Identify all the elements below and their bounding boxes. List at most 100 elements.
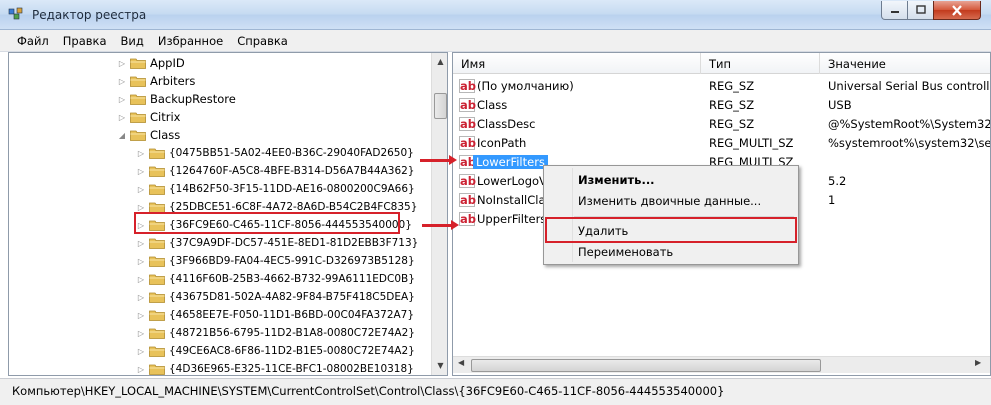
menu-bar: Файл Правка Вид Избранное Справка [0, 30, 991, 52]
value-row[interactable]: ab (По умолчанию) REG_SZ Universal Serial B… [453, 77, 991, 96]
folder-icon [130, 94, 146, 105]
tree-item-label: {43675D81-502A-4A82-9F84-B75F418C5DEA} [169, 291, 415, 303]
menu-help[interactable]: Справка [230, 34, 295, 48]
minimize-button[interactable] [881, 1, 908, 20]
folder-icon [149, 166, 165, 177]
value-row[interactable]: ab Class REG_SZ USB [453, 96, 990, 115]
value-data: 5.2 [828, 174, 847, 188]
column-name[interactable]: Имя [461, 57, 485, 71]
tree-item-class-child[interactable]: ▷ {4658EE7E-F050-11D1-B6BD-00C04FA372A7} [135, 306, 414, 324]
tree-vertical-scrollbar[interactable]: ▲ ▼ [431, 53, 447, 375]
folder-icon [130, 130, 146, 141]
tree-item-label: BackupRestore [150, 92, 236, 106]
value-type: REG_SZ [709, 98, 755, 112]
tree-item-label: Class [150, 128, 181, 142]
tree-item-class-child[interactable]: ▷ {48721B56-6795-11D2-B1A8-0080C72E74A2} [135, 324, 415, 342]
value-type: REG_SZ [709, 117, 755, 131]
collapsed-arrow-icon[interactable]: ▷ [135, 347, 147, 356]
tree-item-label: {4116F60B-25B3-4662-B732-99A6111EDC0B} [169, 273, 415, 285]
tree-item-class-child[interactable]: ▷ {37C9A9DF-DC57-451E-8ED1-81D2EBB3F713} [135, 234, 418, 252]
value-data: 1 [828, 193, 836, 207]
scroll-up-icon[interactable]: ▲ [433, 54, 447, 69]
tree-item[interactable]: ▷ AppID [116, 54, 185, 72]
expanded-arrow-icon[interactable]: ◢ [116, 131, 128, 140]
scroll-down-icon[interactable]: ▼ [433, 358, 447, 373]
value-row[interactable]: ab ClassDesc REG_SZ @%SystemRoot%\System32\ [453, 115, 990, 134]
collapsed-arrow-icon[interactable]: ▷ [135, 203, 147, 212]
arrow-upperfilters [422, 220, 459, 230]
value-data: %systemroot%\system32\set [828, 136, 991, 150]
collapsed-arrow-icon[interactable]: ▷ [135, 167, 147, 176]
menu-favorites[interactable]: Избранное [151, 34, 230, 48]
collapsed-arrow-icon[interactable]: ▷ [116, 59, 128, 68]
values-horizontal-scrollbar[interactable]: ◀ ▶ [453, 356, 990, 373]
string-value-icon: ab [459, 174, 476, 188]
value-name: LowerFilters [473, 155, 548, 169]
value-type: REG_SZ [709, 79, 755, 93]
status-bar: Компьютер\HKEY_LOCAL_MACHINE\SYSTEM\Curr… [0, 378, 991, 405]
close-button[interactable] [933, 1, 981, 20]
string-value-icon: ab [459, 98, 476, 112]
collapsed-arrow-icon[interactable]: ▷ [135, 311, 147, 320]
hscroll-thumb[interactable] [471, 359, 821, 372]
collapsed-arrow-icon[interactable]: ▷ [116, 113, 128, 122]
folder-icon [149, 328, 165, 339]
maximize-button[interactable] [907, 1, 934, 20]
tree-item[interactable]: ▷ Citrix [116, 108, 181, 126]
close-icon [952, 4, 962, 16]
menu-edit[interactable]: Правка [56, 34, 114, 48]
tree-item[interactable]: ▷ Arbiters [116, 72, 195, 90]
minimize-icon [890, 11, 899, 13]
tree-item[interactable]: ▷ BackupRestore [116, 90, 236, 108]
column-data[interactable]: Значение [828, 57, 886, 71]
scroll-thumb[interactable] [434, 93, 447, 119]
collapsed-arrow-icon[interactable]: ▷ [135, 185, 147, 194]
value-name: NoInstallClas [477, 193, 552, 207]
tree-item-label: {0475BB51-5A02-4EE0-B36C-29040FAD2650} [169, 147, 414, 159]
scroll-left-icon[interactable]: ◀ [458, 358, 464, 367]
collapsed-arrow-icon[interactable]: ▷ [135, 149, 147, 158]
tree-item-class-child[interactable]: ▷ {14B62F50-3F15-11DD-AE16-0800200C9A66} [135, 180, 415, 198]
arrow-lowerfilters [420, 155, 457, 165]
registry-editor-icon [8, 7, 23, 20]
tree-item-label: {49CE6AC8-6F86-11D2-B1E5-0080C72E74A2} [169, 345, 415, 357]
value-data: Universal Serial Bus controlle [828, 79, 991, 93]
string-value-icon: ab [459, 136, 476, 150]
tree-item[interactable]: ◢ Class [116, 126, 180, 144]
collapsed-arrow-icon[interactable]: ▷ [135, 329, 147, 338]
scroll-right-icon[interactable]: ▶ [975, 358, 981, 367]
value-name: (По умолчанию) [477, 79, 574, 93]
collapsed-arrow-icon[interactable]: ▷ [135, 293, 147, 302]
context-rename[interactable]: Переименовать [546, 241, 796, 263]
collapsed-arrow-icon[interactable]: ▷ [116, 95, 128, 104]
context-modify-binary[interactable]: Изменить двоичные данные... [546, 190, 796, 212]
collapsed-arrow-icon[interactable]: ▷ [116, 77, 128, 86]
tree-item-class-child[interactable]: ▷ {4116F60B-25B3-4662-B732-99A6111EDC0B} [135, 270, 415, 288]
tree-item-class-child[interactable]: ▷ {1264760F-A5C8-4BFE-B314-D56A7B44A362} [135, 162, 415, 180]
value-row[interactable]: ab IconPath REG_MULTI_SZ %systemroot%\syste… [453, 134, 991, 153]
folder-icon [149, 292, 165, 303]
tree-item-label: Citrix [150, 110, 181, 124]
tree-item-class-child[interactable]: ▷ {43675D81-502A-4A82-9F84-B75F418C5DEA} [135, 288, 415, 306]
folder-icon [149, 346, 165, 357]
collapsed-arrow-icon[interactable]: ▷ [135, 257, 147, 266]
collapsed-arrow-icon[interactable]: ▷ [135, 275, 147, 284]
collapsed-arrow-icon[interactable]: ▷ [135, 365, 147, 374]
menu-view[interactable]: Вид [114, 34, 151, 48]
tree-item-label: {14B62F50-3F15-11DD-AE16-0800200C9A66} [169, 183, 415, 195]
menu-file[interactable]: Файл [10, 34, 56, 48]
tree-item-class-child[interactable]: ▷ {49CE6AC8-6F86-11D2-B1E5-0080C72E74A2} [135, 342, 415, 360]
value-data: USB [828, 98, 852, 112]
folder-icon [149, 256, 165, 267]
collapsed-arrow-icon[interactable]: ▷ [135, 239, 147, 248]
tree-item-label: {48721B56-6795-11D2-B1A8-0080C72E74A2} [169, 327, 415, 339]
tree-item-class-child[interactable]: ▷ {3F966BD9-FA04-4EC5-991C-D326973B5128} [135, 252, 415, 270]
tree-item-class-child[interactable]: ▷ {4D36E965-E325-11CE-BFC1-08002BE10318} [135, 360, 414, 375]
column-type[interactable]: Тип [709, 57, 731, 71]
string-value-icon: ab [459, 193, 476, 207]
tree-item-class-child[interactable]: ▷ {0475BB51-5A02-4EE0-B36C-29040FAD2650} [135, 144, 414, 162]
folder-icon [149, 238, 165, 249]
window-title: Редактор реестра [32, 8, 147, 22]
tree-item-label: {4D36E965-E325-11CE-BFC1-08002BE10318} [169, 363, 414, 375]
context-modify[interactable]: Изменить... [546, 169, 796, 191]
